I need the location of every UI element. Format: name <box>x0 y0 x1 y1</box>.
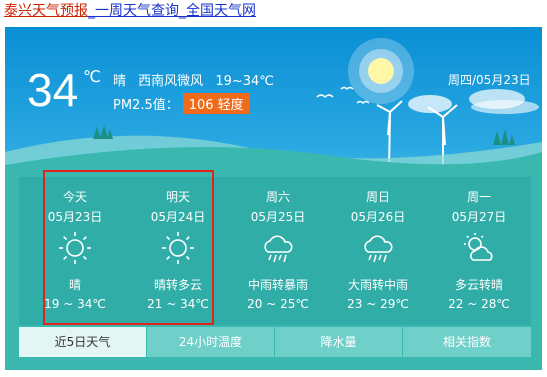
forecast-day[interactable]: 周一 05月27日 多云转晴 22 ~ 28℃ <box>429 177 529 325</box>
day-temperature: 20 ~ 25℃ <box>247 297 309 311</box>
forecast-day[interactable]: 周六 05月25日 中雨转暴雨 20 ~ 25℃ <box>228 177 328 325</box>
forecast-day[interactable]: 周日 05月26日 大雨转中雨 23 ~ 29℃ <box>328 177 428 325</box>
link-separator: _ <box>88 3 95 19</box>
current-conditions: 晴 西南风微风 19~34℃ <box>113 70 282 89</box>
top-links: 泰兴天气预报_一周天气查询_全国天气网 <box>4 0 256 22</box>
tab-precipitation[interactable]: 降水量 <box>275 327 402 357</box>
condition-text: 晴 <box>113 74 127 89</box>
link-week-forecast[interactable]: 一周天气查询 <box>95 3 179 19</box>
highlight-box <box>43 170 214 325</box>
weather-panel: 34 ℃ 晴 西南风微风 19~34℃ PM2.5值： 106 轻度 周四/05月… <box>5 27 542 370</box>
day-temperature: 22 ~ 28℃ <box>448 297 510 311</box>
tab-24h-temperature[interactable]: 24小时温度 <box>147 327 274 357</box>
pm25-badge: 106 轻度 <box>182 93 250 114</box>
temperature-unit: ℃ <box>83 67 101 86</box>
day-name: 周六 <box>265 190 290 204</box>
day-date: 05月26日 <box>350 210 406 224</box>
day-description: 中雨转暴雨 <box>247 278 308 292</box>
day-description: 大雨转中雨 <box>347 278 408 292</box>
pm25-row: PM2.5值： 106 轻度 <box>113 93 250 114</box>
wind-text: 西南风微风 <box>138 74 204 89</box>
current-date: 周四/05月23日 <box>448 73 531 87</box>
rain-cloud-icon <box>264 235 293 263</box>
temperature-range: 19~34℃ <box>215 74 274 89</box>
link-national-weather[interactable]: 全国天气网 <box>186 3 256 19</box>
tab-bar: 近5日天气 24小时温度 降水量 相关指数 <box>19 327 531 357</box>
day-description: 多云转晴 <box>454 278 503 292</box>
day-name: 周日 <box>365 190 390 204</box>
current-temperature: 34 <box>27 64 79 116</box>
pm25-label: PM2.5值： <box>113 98 179 113</box>
cloudy-sun-icon <box>464 233 493 261</box>
link-separator: _ <box>179 3 186 19</box>
day-date: 05月27日 <box>451 210 507 224</box>
day-temperature: 23 ~ 29℃ <box>347 297 409 311</box>
link-local-forecast[interactable]: 泰兴天气预报 <box>4 3 88 19</box>
tab-indices[interactable]: 相关指数 <box>403 327 531 357</box>
rain-cloud-icon <box>364 235 393 263</box>
day-date: 05月25日 <box>250 210 306 224</box>
day-name: 周一 <box>466 190 491 204</box>
tab-5day[interactable]: 近5日天气 <box>19 327 146 357</box>
